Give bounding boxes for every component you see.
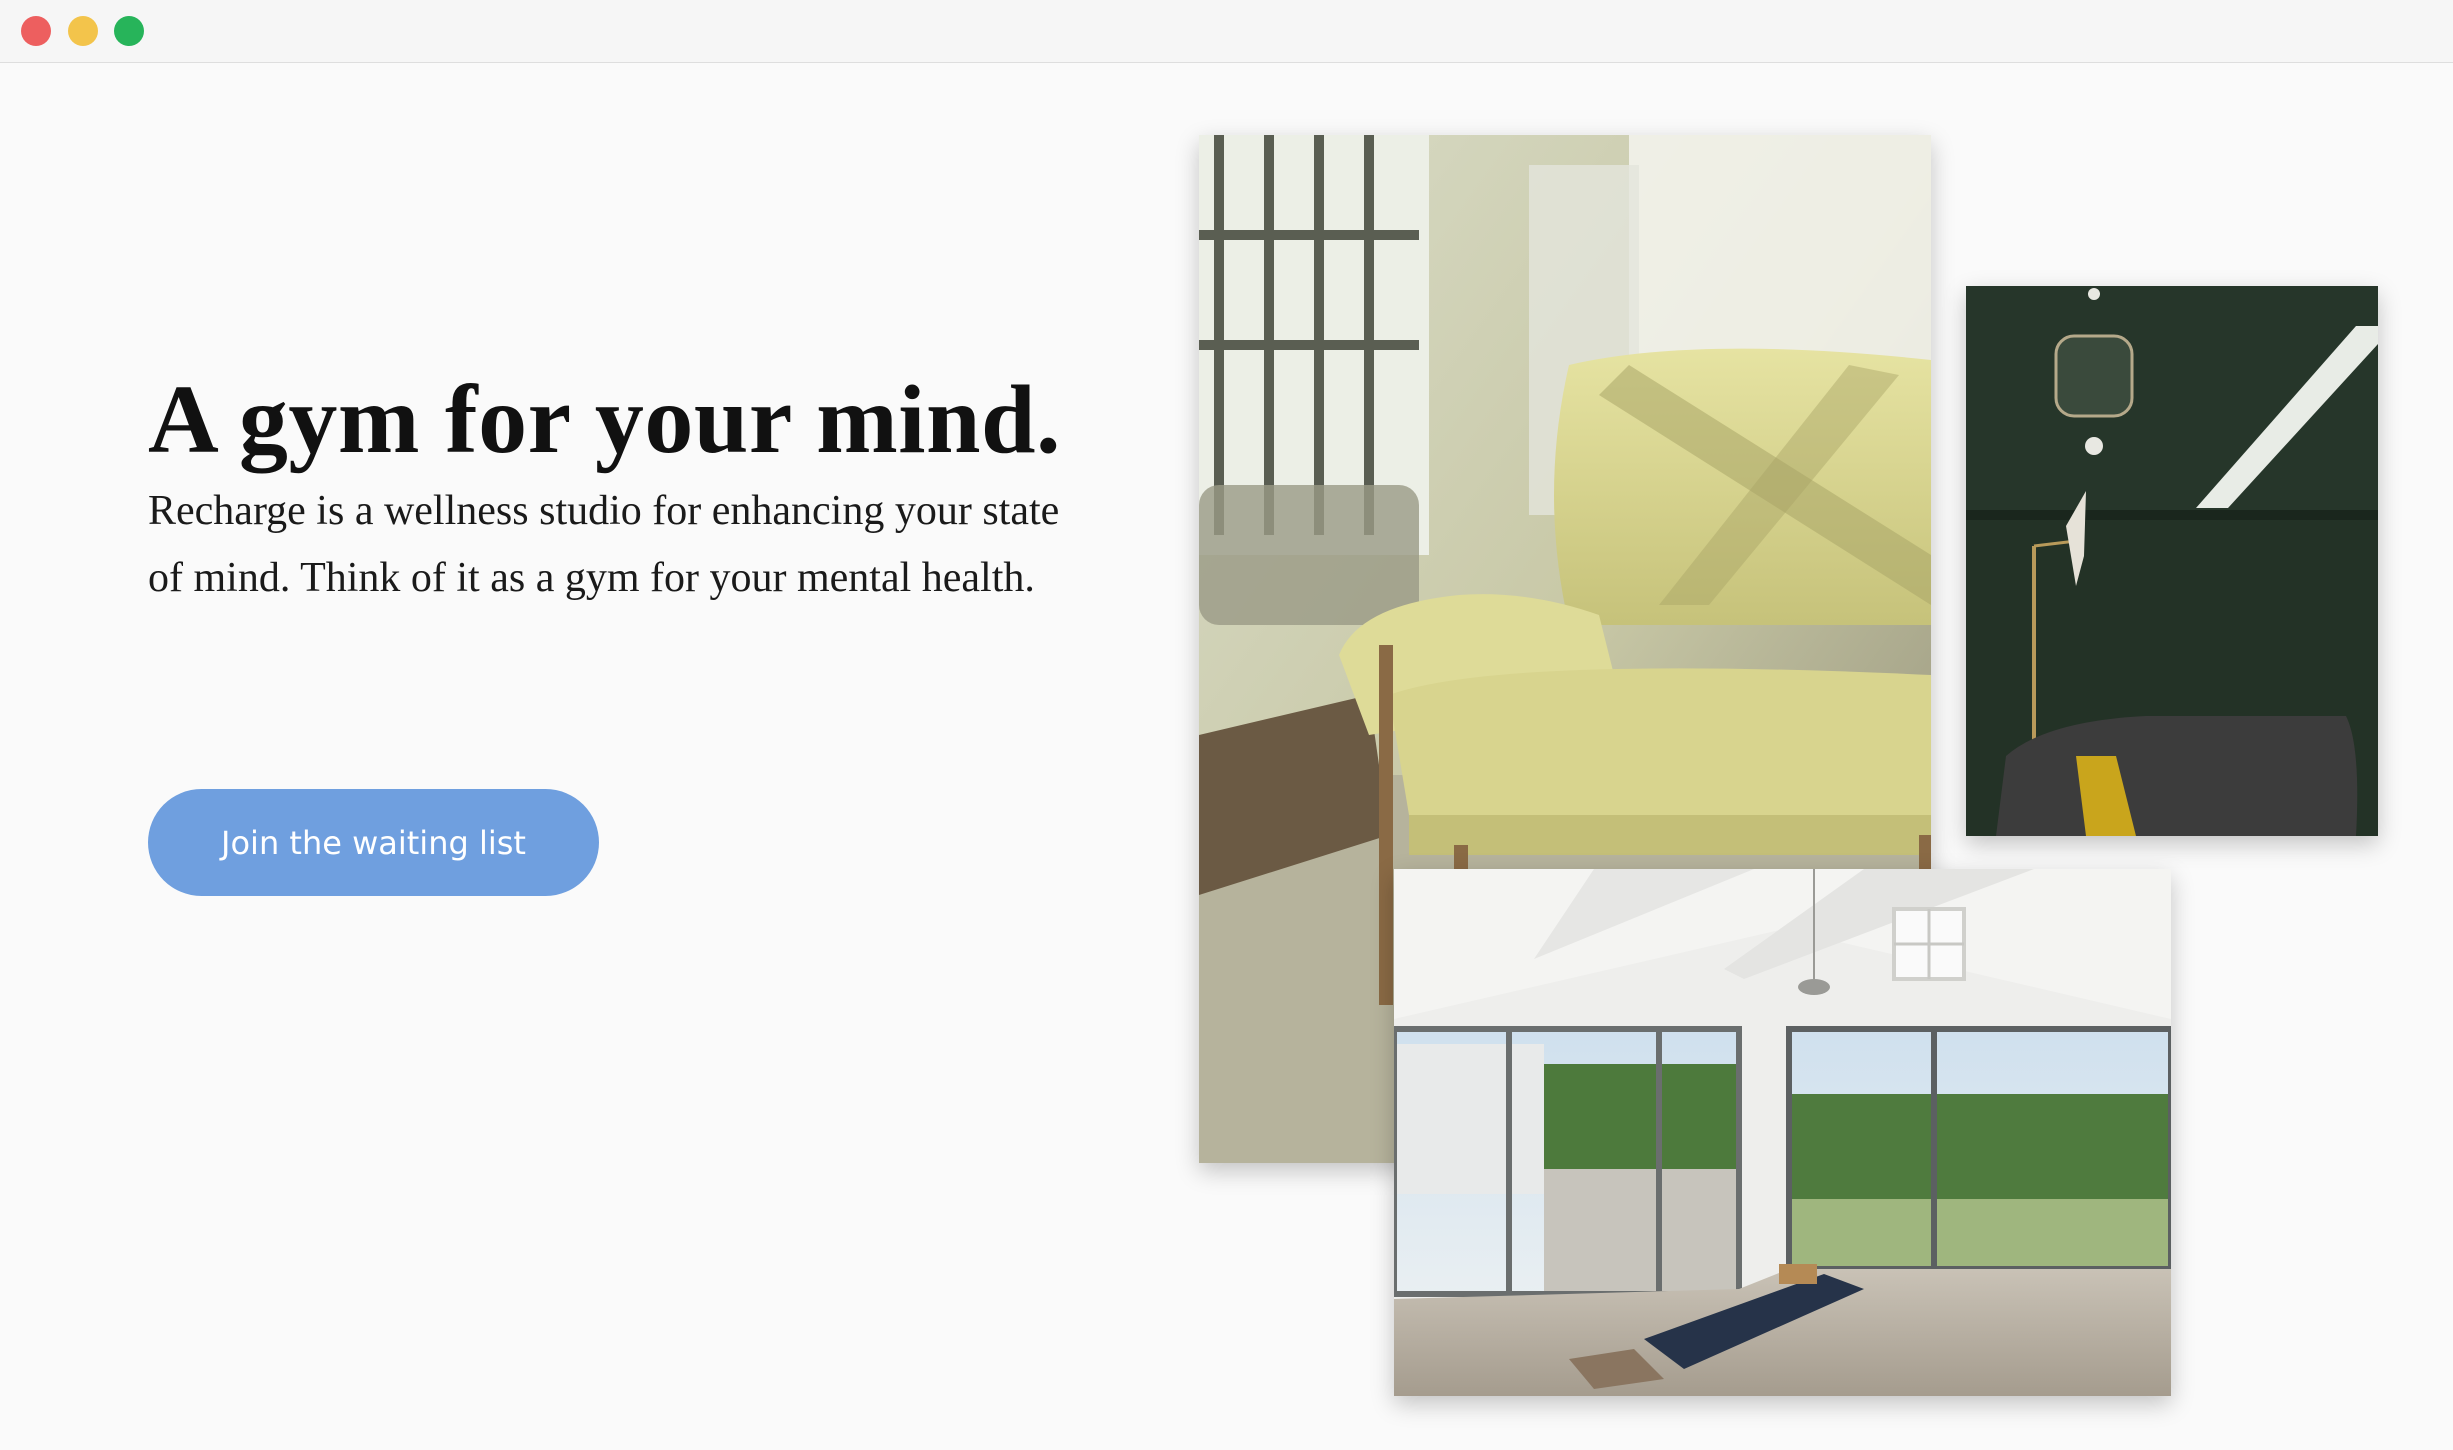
close-window-button[interactable] — [21, 16, 51, 46]
maximize-window-button[interactable] — [114, 16, 144, 46]
minimize-window-button[interactable] — [68, 16, 98, 46]
green-room-photo — [1966, 286, 2378, 836]
yoga-room-photo — [1394, 869, 2171, 1396]
window-titlebar — [0, 0, 2453, 63]
join-waiting-list-button[interactable]: Join the waiting list — [148, 789, 599, 896]
hero-headline: A gym for your mind. — [148, 366, 1061, 474]
hero-description: Recharge is a wellness studio for enhanc… — [148, 488, 1060, 601]
